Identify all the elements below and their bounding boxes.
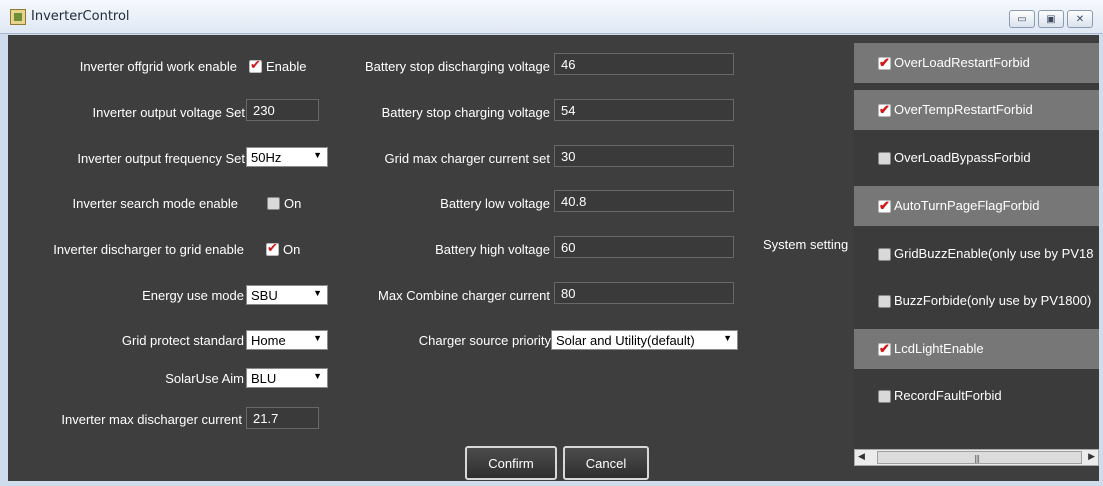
- setting-item-label: GridBuzzEnable(only use by PV18: [894, 246, 1094, 261]
- output-frequency-value: 50Hz: [251, 150, 282, 165]
- setting-item-grid-buzz-enable[interactable]: GridBuzzEnable(only use by PV18: [854, 234, 1099, 274]
- max-combine-input[interactable]: 80: [554, 282, 734, 304]
- max-discharger-input[interactable]: 21.7: [246, 407, 319, 429]
- search-mode-checkbox[interactable]: [267, 197, 280, 210]
- grid-standard-value: Home: [251, 333, 286, 348]
- dropdown-arrow-icon: ▼: [313, 371, 322, 381]
- system-settings-list[interactable]: OverLoadRestartForbid OverTempRestartFor…: [854, 43, 1099, 448]
- output-frequency-select[interactable]: 50Hz ▼: [246, 147, 328, 167]
- max-discharger-label: Inverter max discharger current: [61, 412, 242, 427]
- solar-aim-select[interactable]: BLU ▼: [246, 368, 328, 388]
- discharger-grid-label: Inverter discharger to grid enable: [53, 242, 244, 257]
- energy-mode-value: SBU: [251, 288, 278, 303]
- checkbox-icon[interactable]: [878, 102, 891, 118]
- grid-standard-select[interactable]: Home ▼: [246, 330, 328, 350]
- battery-low-input[interactable]: 40.8: [554, 190, 734, 212]
- checkbox-icon[interactable]: [878, 390, 891, 403]
- charger-priority-label: Charger source priority: [418, 333, 551, 348]
- search-mode-text: On: [284, 196, 302, 211]
- charger-priority-value: Solar and Utility(default): [556, 333, 695, 348]
- search-mode-label: Inverter search mode enable: [72, 196, 238, 211]
- horizontal-scrollbar[interactable]: ◀ ||| ▶: [854, 449, 1099, 466]
- scroll-thumb[interactable]: |||: [877, 451, 1082, 464]
- offgrid-enable-checkbox[interactable]: [249, 58, 262, 73]
- setting-item-label: LcdLightEnable: [894, 341, 984, 356]
- grid-max-charger-label: Grid max charger current set: [384, 151, 550, 166]
- offgrid-enable-label: Inverter offgrid work enable: [79, 59, 237, 74]
- solar-aim-label: SolarUse Aim: [165, 371, 244, 386]
- title-bar[interactable]: InverterControl ▭ ▣ ✕: [0, 0, 1103, 34]
- charger-priority-select[interactable]: Solar and Utility(default) ▼: [551, 330, 738, 350]
- app-icon: [10, 9, 26, 25]
- dropdown-arrow-icon: ▼: [723, 333, 732, 343]
- setting-item-overload-bypass-forbid[interactable]: OverLoadBypassForbid: [854, 138, 1099, 178]
- discharger-grid-checkbox[interactable]: [266, 241, 279, 256]
- output-voltage-input[interactable]: 230: [246, 99, 319, 121]
- dropdown-arrow-icon: ▼: [313, 288, 322, 298]
- solar-aim-value: BLU: [251, 371, 277, 386]
- grid-max-charger-input[interactable]: 30: [554, 145, 734, 167]
- stop-discharging-label: Battery stop discharging voltage: [365, 59, 550, 74]
- stop-charging-input[interactable]: 54: [554, 99, 734, 121]
- setting-item-label: RecordFaultForbid: [894, 388, 1002, 403]
- setting-item-label: AutoTurnPageFlagForbid: [894, 198, 1040, 213]
- window-title: InverterControl: [31, 9, 130, 24]
- scroll-left-icon[interactable]: ◀: [858, 452, 865, 462]
- energy-mode-select[interactable]: SBU ▼: [246, 285, 328, 305]
- dropdown-arrow-icon: ▼: [313, 150, 322, 160]
- max-combine-label: Max Combine charger current: [378, 288, 550, 303]
- output-voltage-label: Inverter output voltage Set: [92, 105, 245, 120]
- minimize-button[interactable]: ▭: [1009, 10, 1035, 28]
- checkbox-icon[interactable]: [878, 248, 891, 261]
- energy-mode-label: Energy use mode: [142, 288, 244, 303]
- cancel-button[interactable]: Cancel: [563, 446, 649, 480]
- scroll-right-icon[interactable]: ▶: [1088, 452, 1095, 462]
- system-setting-label: System setting: [763, 237, 849, 252]
- offgrid-enable-text: Enable: [266, 59, 307, 74]
- close-button[interactable]: ✕: [1067, 10, 1093, 28]
- setting-item-label: OverTempRestartForbid: [894, 102, 1033, 117]
- confirm-button[interactable]: Confirm: [465, 446, 557, 480]
- battery-low-label: Battery low voltage: [440, 196, 550, 211]
- setting-item-buzz-forbide[interactable]: BuzzForbide(only use by PV1800): [854, 281, 1099, 321]
- checkbox-icon[interactable]: [878, 341, 891, 357]
- checkbox-icon[interactable]: [878, 152, 891, 165]
- setting-item-label: BuzzForbide(only use by PV1800): [894, 293, 1092, 308]
- setting-item-overtemp-restart-forbid[interactable]: OverTempRestartForbid: [854, 90, 1099, 130]
- checkbox-icon[interactable]: [878, 295, 891, 308]
- maximize-button[interactable]: ▣: [1038, 10, 1064, 28]
- discharger-grid-text: On: [283, 242, 301, 257]
- grip-icon: |||: [974, 454, 980, 463]
- settings-panel: Inverter offgrid work enable Enable Inve…: [8, 35, 1099, 481]
- battery-high-input[interactable]: 60: [554, 236, 734, 258]
- setting-item-overload-restart-forbid[interactable]: OverLoadRestartForbid: [854, 43, 1099, 83]
- setting-item-record-fault-forbid[interactable]: RecordFaultForbid: [854, 376, 1099, 416]
- setting-item-lcd-light-enable[interactable]: LcdLightEnable: [854, 329, 1099, 369]
- output-frequency-label: Inverter output frequency Set: [77, 151, 245, 166]
- inverter-control-window: InverterControl ▭ ▣ ✕ Inverter offgrid w…: [0, 0, 1103, 486]
- checkbox-icon[interactable]: [878, 198, 891, 214]
- stop-charging-label: Battery stop charging voltage: [381, 105, 550, 120]
- grid-standard-label: Grid protect standard: [121, 333, 244, 348]
- battery-high-label: Battery high voltage: [435, 242, 550, 257]
- setting-item-auto-turn-page-forbid[interactable]: AutoTurnPageFlagForbid: [854, 186, 1099, 226]
- setting-item-label: OverLoadRestartForbid: [894, 55, 1030, 70]
- stop-discharging-input[interactable]: 46: [554, 53, 734, 75]
- checkbox-icon[interactable]: [878, 55, 891, 71]
- setting-item-label: OverLoadBypassForbid: [894, 150, 1031, 165]
- dropdown-arrow-icon: ▼: [313, 333, 322, 343]
